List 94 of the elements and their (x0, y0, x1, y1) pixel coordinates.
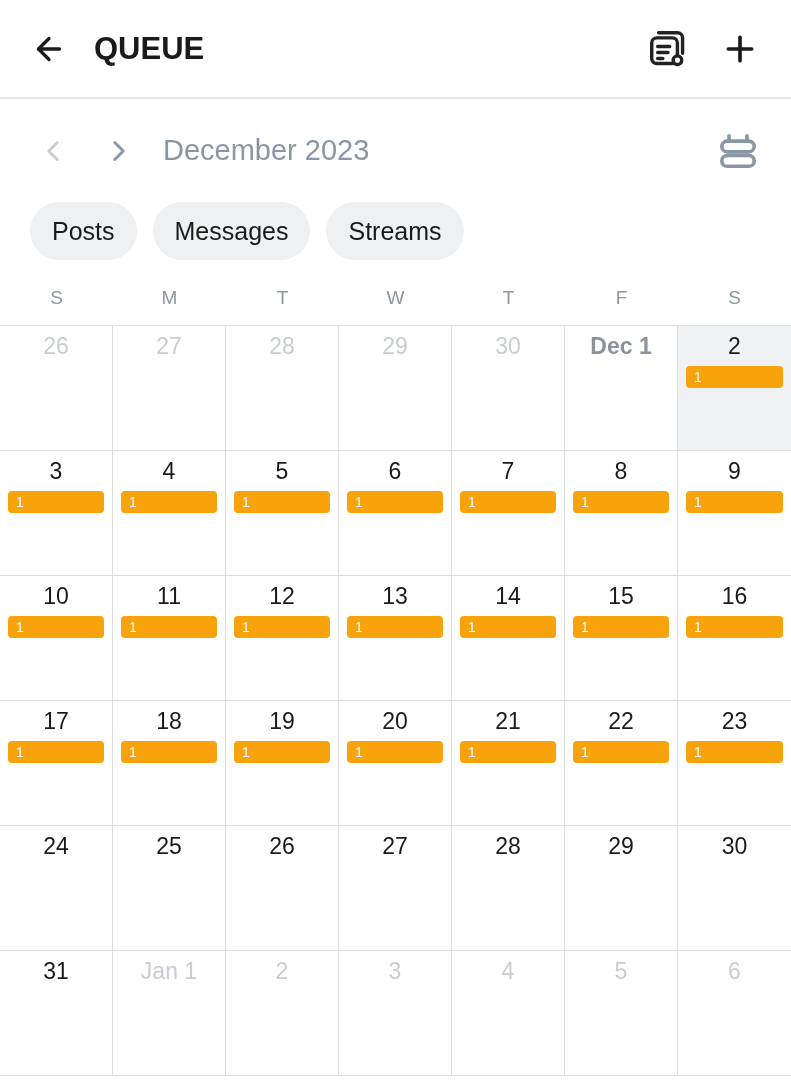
calendar-day-cell[interactable]: 11 1 (113, 576, 226, 701)
day-number: 19 (269, 708, 295, 735)
calendar-day-cell[interactable]: 31 (0, 951, 113, 1076)
day-number: 4 (162, 458, 176, 485)
calendar-day-cell[interactable]: 7 1 (452, 451, 565, 576)
weekday-label: F (615, 287, 628, 310)
event-count-bar[interactable]: 1 (234, 741, 330, 763)
calendar-day-cell[interactable]: 13 1 (339, 576, 452, 701)
calendar-day-cell[interactable]: 17 1 (0, 701, 113, 826)
filter-chip[interactable]: Streams (326, 202, 464, 260)
weekday-label: T (502, 287, 515, 310)
filter-chip[interactable]: Messages (152, 202, 311, 260)
calendar-day-cell[interactable]: 19 1 (226, 701, 339, 826)
day-number: 16 (721, 583, 748, 610)
day-number: 9 (728, 458, 741, 485)
day-number: 31 (43, 958, 69, 985)
event-count-bar[interactable]: 1 (121, 616, 217, 638)
day-number: 30 (721, 833, 748, 860)
day-number: 15 (608, 583, 634, 610)
day-number: 23 (721, 708, 748, 735)
day-number: 21 (495, 708, 521, 735)
day-number: 12 (269, 583, 295, 610)
day-number: 17 (43, 708, 69, 735)
calendar-day-cell[interactable]: 15 1 (565, 576, 678, 701)
calendar-day-cell[interactable]: 21 1 (452, 701, 565, 826)
calendar-day-cell[interactable]: 24 (0, 826, 113, 951)
event-count-bar[interactable]: 1 (121, 741, 217, 763)
calendar-day-cell[interactable]: 2 1 (678, 326, 791, 451)
calendar-day-cell[interactable]: 12 1 (226, 576, 339, 701)
calendar-day-cell[interactable]: 3 1 (0, 451, 113, 576)
calendar-day-cell[interactable]: 18 1 (113, 701, 226, 826)
weekday-label: W (386, 287, 405, 310)
weekday-label: S (50, 287, 63, 310)
event-count-bar[interactable]: 1 (460, 616, 556, 638)
calendar-day-cell[interactable]: 22 1 (565, 701, 678, 826)
filter-chip[interactable]: Posts (30, 202, 137, 260)
event-count-bar[interactable]: 1 (8, 741, 104, 763)
calendar-day-cell[interactable]: 6 1 (339, 451, 452, 576)
day-number: 5 (275, 458, 289, 485)
calendar-day-cell[interactable]: 8 1 (565, 451, 678, 576)
day-number: 8 (614, 458, 628, 485)
weekday-label: T (276, 287, 289, 310)
weekday-label: M (161, 287, 178, 310)
event-count-bar[interactable]: 1 (573, 491, 669, 513)
calendar-day-cell[interactable]: 4 1 (113, 451, 226, 576)
calendar-day-cell[interactable]: 29 (565, 826, 678, 951)
day-number: 14 (495, 583, 521, 610)
day-number: 6 (388, 458, 402, 485)
day-number: 24 (43, 833, 69, 860)
event-count-bar[interactable]: 1 (234, 491, 330, 513)
day-number: 11 (157, 583, 181, 610)
day-number: 28 (495, 833, 521, 860)
day-number: 2 (728, 333, 741, 360)
calendar-day-cell[interactable]: 10 1 (0, 576, 113, 701)
calendar-day-cell[interactable]: 26 (226, 826, 339, 951)
calendar-day-cell[interactable]: Dec 1 (565, 326, 678, 451)
weekday-label: S (728, 287, 741, 310)
event-count-bar[interactable]: 1 (686, 366, 783, 388)
month-title: December 2023 (163, 136, 370, 165)
list-card-icon (650, 30, 686, 67)
event-count-bar[interactable]: 1 (686, 491, 783, 513)
event-count-bar[interactable]: 1 (347, 741, 443, 763)
event-count-bar[interactable]: 1 (686, 741, 783, 763)
day-number: 7 (501, 458, 515, 485)
event-count-bar[interactable]: 1 (573, 741, 669, 763)
calendar-day-cell[interactable]: 20 1 (339, 701, 452, 826)
day-number: 20 (382, 708, 408, 735)
calendar-day-cell[interactable]: 25 (113, 826, 226, 951)
day-number: 29 (608, 833, 634, 860)
day-number: 10 (43, 583, 69, 610)
calendar-view-icon (720, 132, 756, 169)
event-count-bar[interactable]: 1 (347, 491, 443, 513)
event-count-bar[interactable]: 1 (8, 616, 104, 638)
day-number: 18 (156, 708, 182, 735)
event-count-bar[interactable]: 1 (347, 616, 443, 638)
event-count-bar[interactable]: 1 (460, 491, 556, 513)
day-number: 27 (382, 833, 408, 860)
day-number: 26 (269, 833, 295, 860)
event-count-bar[interactable]: 1 (8, 491, 104, 513)
day-number: 13 (382, 583, 408, 610)
calendar-day-cell[interactable]: 28 (452, 826, 565, 951)
calendar-day-cell[interactable]: 5 1 (226, 451, 339, 576)
calendar-day-cell[interactable]: 27 (339, 826, 452, 951)
event-count-bar[interactable]: 1 (234, 616, 330, 638)
event-count-bar[interactable]: 1 (573, 616, 669, 638)
event-count-bar[interactable]: 1 (686, 616, 783, 638)
calendar-day-cell[interactable]: 14 1 (452, 576, 565, 701)
day-number: 25 (156, 833, 182, 860)
page-title: QUEUE (94, 33, 205, 64)
event-count-bar[interactable]: 1 (460, 741, 556, 763)
day-number: 3 (49, 458, 63, 485)
day-number: 22 (608, 708, 634, 735)
day-number: Dec 1 (590, 333, 652, 360)
event-count-bar[interactable]: 1 (121, 491, 217, 513)
